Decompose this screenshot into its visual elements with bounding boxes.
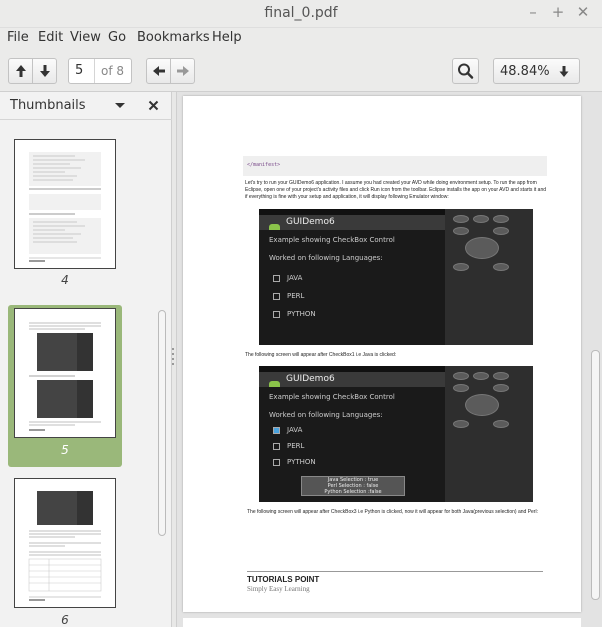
app-title: GUIDemo6 xyxy=(286,374,335,384)
checkbox xyxy=(273,443,280,450)
menu-bar: File Edit View Go Bookmarks Help xyxy=(0,28,602,50)
thumbnail-label: 4 xyxy=(61,273,69,287)
arrow-down-icon xyxy=(559,66,569,77)
arrow-right-icon xyxy=(177,66,189,76)
chevron-down-icon[interactable] xyxy=(114,102,126,110)
app-subheading: Worked on following Languages: xyxy=(269,411,383,419)
checkbox-label: PERL xyxy=(287,292,305,300)
minimize-button[interactable]: – xyxy=(524,3,542,21)
page-number-input[interactable]: 5 of 8 xyxy=(68,58,132,84)
maximize-button[interactable]: + xyxy=(549,3,567,21)
page-nav-group xyxy=(8,58,57,84)
sidebar-header: Thumbnails xyxy=(0,92,172,120)
app-content: Example showing CheckBox Control Worked … xyxy=(259,230,445,345)
app-heading: Example showing CheckBox Control xyxy=(269,236,395,244)
search-icon xyxy=(458,63,474,79)
emulator-screenshot: GUIDemo6 Example showing CheckBox Contro… xyxy=(259,209,533,345)
window-title: final_0.pdf xyxy=(264,5,338,21)
checkbox-label: PYTHON xyxy=(287,310,316,318)
menu-file[interactable]: File xyxy=(7,30,29,45)
arrow-left-icon xyxy=(153,66,165,76)
current-page-value[interactable]: 5 xyxy=(75,63,83,78)
thumbnail-label: 5 xyxy=(61,443,69,457)
thumbnail-page-preview xyxy=(28,491,102,601)
previous-page-button[interactable] xyxy=(9,59,33,83)
arrow-up-icon xyxy=(16,65,26,77)
toast-message: Java Selection : true Perl Selection : f… xyxy=(301,476,405,496)
total-pages-label: of 8 xyxy=(101,64,125,78)
document-scrollbar[interactable] xyxy=(591,350,600,600)
thumbnail-list: 4 5 6 xyxy=(0,121,157,627)
zoom-value: 48.84% xyxy=(500,64,550,79)
document-viewer[interactable]: </manifest> Let's try to run your GUIDem… xyxy=(176,92,602,627)
sidebar-scrollbar[interactable] xyxy=(158,310,166,536)
toolbar: 5 of 8 48.84% xyxy=(0,50,602,92)
title-bar: final_0.pdf – + ✕ xyxy=(0,0,602,28)
pane-resize-handle[interactable] xyxy=(171,345,175,375)
paragraph: Let's try to run your GUIDemo6 applicati… xyxy=(245,180,547,200)
menu-bookmarks[interactable]: Bookmarks xyxy=(137,30,210,45)
thumbnail-page-6[interactable] xyxy=(14,478,116,608)
arrow-down-icon xyxy=(40,65,50,77)
footer-subtitle: Simply Easy Learning xyxy=(247,585,310,593)
thumbnail-page-preview xyxy=(29,322,101,431)
code-block: </manifest> xyxy=(243,156,547,176)
app-content: Example showing CheckBox Control Worked … xyxy=(259,387,445,502)
thumbnail-page-5[interactable] xyxy=(14,308,116,438)
toast-line: Python Selection :false xyxy=(324,489,382,495)
close-button[interactable]: ✕ xyxy=(574,3,592,21)
checkbox-label: PYTHON xyxy=(287,458,316,466)
menu-edit[interactable]: Edit xyxy=(38,30,63,45)
next-page-button[interactable] xyxy=(33,59,57,83)
app-title: GUIDemo6 xyxy=(286,217,335,227)
history-nav-group xyxy=(146,58,195,84)
checkbox xyxy=(273,311,280,318)
pdf-page: </manifest> Let's try to run your GUIDem… xyxy=(183,96,581,612)
zoom-select[interactable]: 48.84% xyxy=(493,58,580,84)
checkbox-label: JAVA xyxy=(287,426,303,434)
next-pdf-page xyxy=(183,618,581,627)
app-subheading: Worked on following Languages: xyxy=(269,254,383,262)
checkbox xyxy=(273,459,280,466)
back-button[interactable] xyxy=(147,59,171,83)
thumbnail-label: 6 xyxy=(61,613,69,627)
footer-title: TUTORIALS POINT xyxy=(247,575,320,584)
checkbox-label: PERL xyxy=(287,442,305,450)
close-sidebar-icon[interactable] xyxy=(148,100,159,111)
menu-view[interactable]: View xyxy=(70,30,101,45)
sidebar-title: Thumbnails xyxy=(10,98,86,113)
emulator-controls xyxy=(445,366,533,502)
paragraph: The following screen will appear after C… xyxy=(245,352,397,358)
app-heading: Example showing CheckBox Control xyxy=(269,393,395,401)
menu-go[interactable]: Go xyxy=(108,30,126,45)
paragraph: The following screen will appear after C… xyxy=(247,509,538,515)
thumbnail-page-preview xyxy=(29,152,101,262)
emulator-controls xyxy=(445,209,533,345)
emulator-screenshot: GUIDemo6 Example showing CheckBox Contro… xyxy=(259,366,533,502)
checkbox-checked xyxy=(273,427,280,434)
forward-button[interactable] xyxy=(171,59,195,83)
sidebar: Thumbnails 4 5 6 xyxy=(0,92,172,627)
checkbox xyxy=(273,293,280,300)
footer-divider xyxy=(247,571,543,572)
thumbnail-page-4[interactable] xyxy=(14,139,116,269)
menu-help[interactable]: Help xyxy=(212,30,242,45)
checkbox-label: JAVA xyxy=(287,274,303,282)
divider xyxy=(94,59,95,83)
search-button[interactable] xyxy=(452,58,479,84)
checkbox xyxy=(273,275,280,282)
